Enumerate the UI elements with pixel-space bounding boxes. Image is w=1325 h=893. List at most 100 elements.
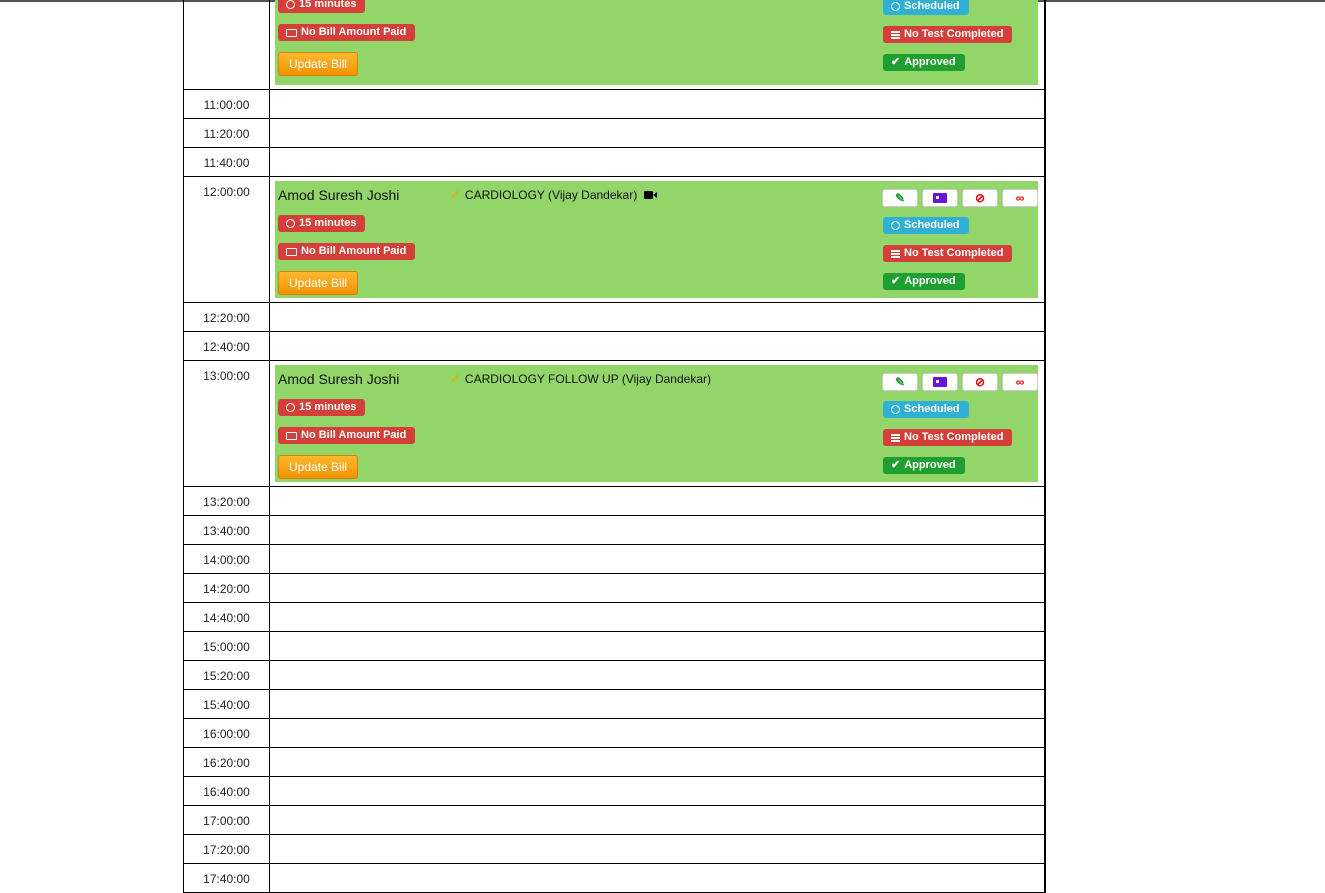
edit-button[interactable]: ✎	[882, 189, 918, 207]
approved-badge: ✔ Approved	[883, 273, 965, 290]
time-slot-row: 17:20:00	[184, 835, 1044, 864]
time-label: 13:40:00	[184, 516, 270, 544]
time-label: 11:00:00	[184, 90, 270, 118]
check-icon: ✓	[450, 187, 461, 202]
time-slot[interactable]	[270, 719, 1044, 747]
check-icon: ✔	[891, 56, 901, 68]
link-icon: ∞	[1015, 191, 1025, 205]
time-slot-row: 13:00:00 Amod Suresh Joshi ✓ CARDIOLOGY F…	[184, 361, 1044, 487]
time-slot-row: 16:40:00	[184, 777, 1044, 806]
cancel-button[interactable]: ⊘	[962, 189, 998, 207]
time-label: 13:20:00	[184, 487, 270, 515]
time-label: 16:40:00	[184, 777, 270, 805]
time-slot[interactable]	[270, 90, 1044, 118]
time-slot-row: 13:20:00	[184, 487, 1044, 516]
clock-icon	[286, 0, 295, 9]
time-slot[interactable]	[270, 864, 1044, 892]
time-label: 16:20:00	[184, 748, 270, 776]
ban-icon: ⊘	[974, 375, 986, 389]
time-slot[interactable]	[270, 603, 1044, 631]
time-slot-row: 15:20:00	[184, 661, 1044, 690]
service-label: ✓ CARDIOLOGY FOLLOW UP (Vijay Dandekar)	[450, 371, 711, 386]
id-card-button[interactable]	[922, 189, 958, 207]
time-slot[interactable]	[270, 303, 1044, 331]
time-slot[interactable]	[270, 632, 1044, 660]
time-slot[interactable]	[270, 545, 1044, 573]
time-slot[interactable]: Amod Suresh Joshi ✓ CARDIOLOGY FOLLOW UP …	[270, 361, 1044, 486]
time-slot-row: 14:00:00	[184, 545, 1044, 574]
time-slot[interactable]: Amod Suresh Joshi ✓ CARDIOLOGY (Vijay Dan…	[270, 177, 1044, 302]
time-slot[interactable]	[270, 516, 1044, 544]
bill-status-badge: No Bill Amount Paid	[278, 427, 416, 444]
time-label: 14:40:00	[184, 603, 270, 631]
link-button[interactable]: ∞	[1002, 373, 1038, 391]
time-slot[interactable]	[270, 806, 1044, 834]
time-slot[interactable]	[270, 748, 1044, 776]
clock-icon	[286, 403, 295, 412]
list-icon	[891, 30, 900, 39]
money-icon	[286, 247, 297, 256]
clock-icon	[891, 2, 900, 11]
time-slot-row: 14:20:00	[184, 574, 1044, 603]
time-slot[interactable]	[270, 835, 1044, 863]
update-bill-button[interactable]: Update Bill	[278, 455, 359, 479]
time-label: 11:20:00	[184, 119, 270, 147]
service-label: ✓ CARDIOLOGY (Vijay Dandekar)	[450, 187, 658, 203]
time-label: 13:00:00	[184, 361, 270, 486]
time-label: 15:40:00	[184, 690, 270, 718]
time-slot-row: 12:00:00 Amod Suresh Joshi ✓ CARDIOLOGY (…	[184, 177, 1044, 303]
time-slot-row: 15 minutes No Bill Amount Paid Update Bi…	[184, 0, 1044, 90]
edit-button[interactable]: ✎	[882, 373, 918, 391]
edit-icon: ✎	[894, 191, 906, 205]
patient-name[interactable]: Amod Suresh Joshi	[278, 371, 399, 387]
check-icon: ✔	[891, 459, 901, 471]
video-camera-icon[interactable]	[644, 191, 658, 199]
time-slot-row: 17:40:00	[184, 864, 1044, 893]
time-label: 17:40:00	[184, 864, 270, 892]
time-slot[interactable]	[270, 148, 1044, 176]
list-icon	[891, 249, 900, 258]
time-slot-row: 11:40:00	[184, 148, 1044, 177]
time-slot-row: 11:20:00	[184, 119, 1044, 148]
time-slot-row: 11:00:00	[184, 90, 1044, 119]
time-label: 15:00:00	[184, 632, 270, 660]
check-icon: ✓	[450, 371, 461, 386]
time-label: 12:40:00	[184, 332, 270, 360]
link-button[interactable]: ∞	[1002, 189, 1038, 207]
scheduled-badge: Scheduled	[883, 401, 969, 418]
duration-badge: 15 minutes	[278, 215, 366, 232]
time-slot-row: 14:40:00	[184, 603, 1044, 632]
time-label: 17:20:00	[184, 835, 270, 863]
time-slot-row: 17:00:00	[184, 806, 1044, 835]
time-label: 16:00:00	[184, 719, 270, 747]
time-slot[interactable]	[270, 661, 1044, 689]
day-schedule: 15 minutes No Bill Amount Paid Update Bi…	[183, 0, 1046, 893]
time-label: 11:40:00	[184, 148, 270, 176]
time-slot[interactable]	[270, 119, 1044, 147]
approved-badge: ✔ Approved	[883, 54, 965, 71]
appointment-card[interactable]: Amod Suresh Joshi ✓ CARDIOLOGY (Vijay Dan…	[275, 181, 1038, 298]
id-card-icon	[933, 377, 947, 387]
cancel-button[interactable]: ⊘	[962, 373, 998, 391]
time-label	[184, 0, 270, 89]
time-label: 12:20:00	[184, 303, 270, 331]
patient-name[interactable]: Amod Suresh Joshi	[278, 187, 399, 203]
clock-icon	[891, 221, 900, 230]
list-icon	[891, 433, 900, 442]
test-status-badge: No Test Completed	[883, 429, 1013, 446]
time-slot[interactable]: 15 minutes No Bill Amount Paid Update Bi…	[270, 0, 1044, 89]
time-slot[interactable]	[270, 574, 1044, 602]
time-slot[interactable]	[270, 690, 1044, 718]
time-slot[interactable]	[270, 487, 1044, 515]
appointment-card[interactable]: 15 minutes No Bill Amount Paid Update Bi…	[275, 0, 1038, 85]
appointment-card[interactable]: Amod Suresh Joshi ✓ CARDIOLOGY FOLLOW UP …	[275, 365, 1038, 482]
update-bill-button[interactable]: Update Bill	[278, 271, 359, 295]
time-label: 12:00:00	[184, 177, 270, 302]
money-icon	[286, 28, 297, 37]
time-slot[interactable]	[270, 777, 1044, 805]
update-bill-button[interactable]: Update Bill	[278, 52, 359, 76]
time-label: 14:20:00	[184, 574, 270, 602]
time-slot-row: 16:20:00	[184, 748, 1044, 777]
time-slot[interactable]	[270, 332, 1044, 360]
id-card-button[interactable]	[922, 373, 958, 391]
